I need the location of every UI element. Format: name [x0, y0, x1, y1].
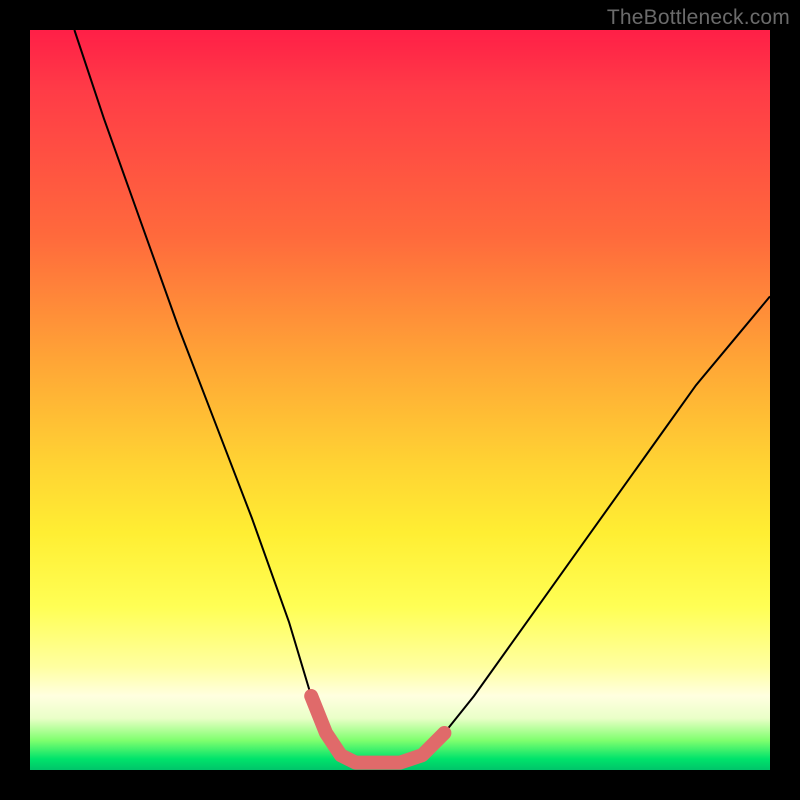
bottleneck-highlight	[311, 696, 444, 763]
bottleneck-curve	[74, 30, 770, 763]
curve-layer	[30, 30, 770, 770]
watermark-text: TheBottleneck.com	[607, 6, 790, 30]
plot-area	[30, 30, 770, 770]
chart-frame: TheBottleneck.com	[0, 0, 800, 800]
